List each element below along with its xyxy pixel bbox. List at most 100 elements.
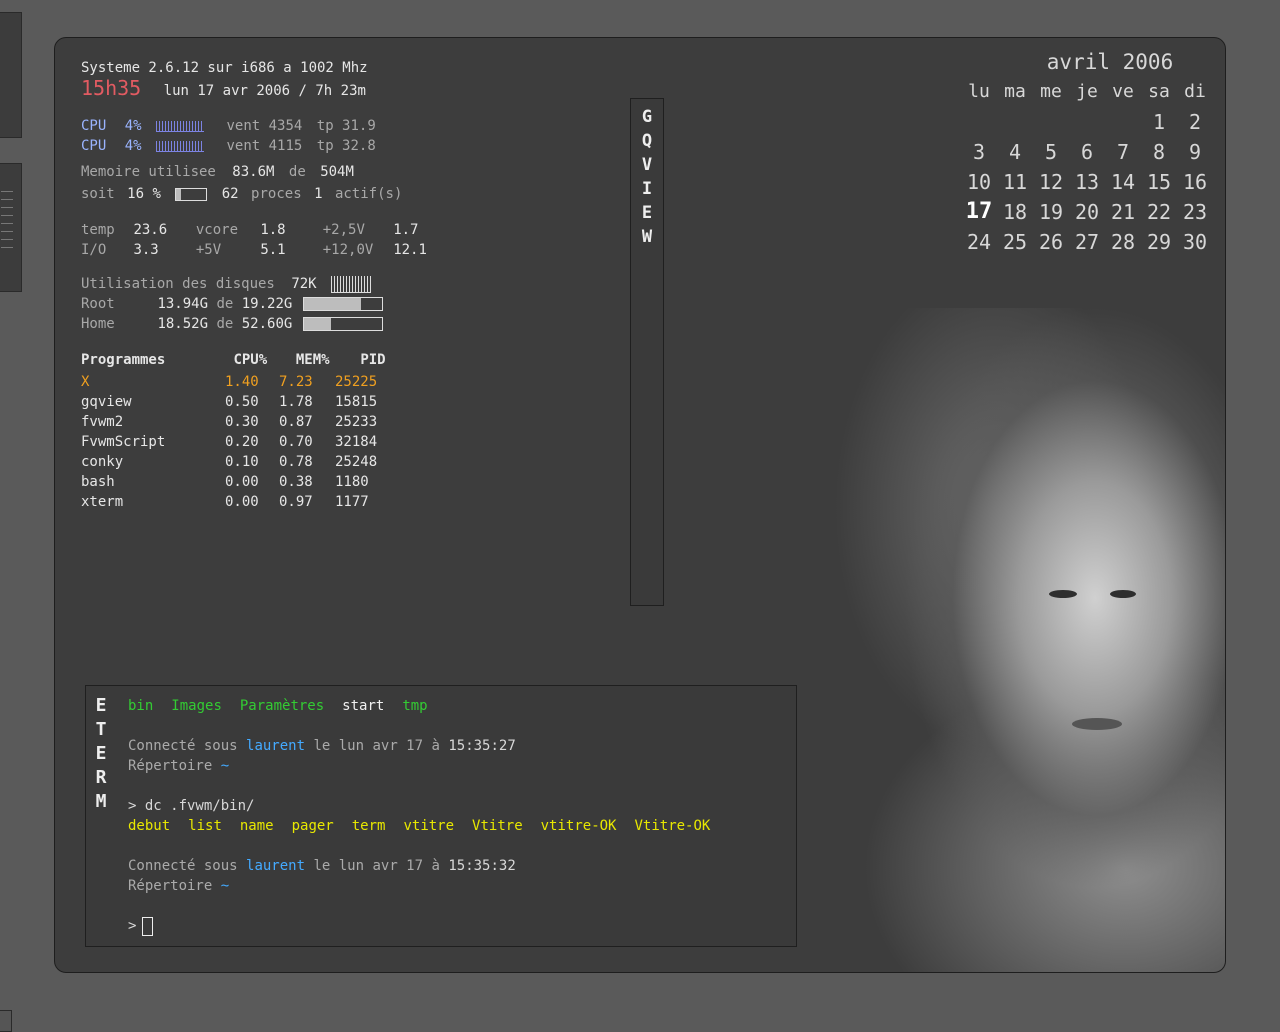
process-mem: 0.78: [279, 454, 313, 470]
calendar-day[interactable]: 22: [1141, 200, 1177, 224]
calendar-day[interactable]: 21: [1105, 200, 1141, 224]
process-row: conky 0.10 0.78 25248: [81, 452, 377, 472]
calendar-day[interactable]: 30: [1177, 230, 1213, 254]
calendar-day[interactable]: 25: [997, 230, 1033, 254]
disk-root: Root 13.94G de 19.22G: [81, 294, 292, 314]
calendar-day[interactable]: 23: [1177, 200, 1213, 224]
calendar-grid: lu ma me je ve sa di 1 2 3 4 5 6 7 8 9 10 11 12 13 14 15 16 17 1…: [961, 80, 1219, 254]
process-row: gqview 0.50 1.78 15815: [81, 392, 377, 412]
sensor-value: 1.7: [393, 222, 419, 238]
cpu-label: CPU: [81, 118, 107, 134]
calendar-day[interactable]: 17: [961, 200, 997, 224]
sensor-value: 23.6: [133, 222, 168, 238]
uptime-date: lun 17 avr 2006 / 7h 23m: [163, 83, 366, 99]
calendar-day[interactable]: 9: [1177, 140, 1213, 164]
process-pid: 1177: [335, 494, 369, 510]
calendar-day[interactable]: 12: [1033, 170, 1069, 194]
cpu-temp: tp 31.9: [316, 118, 376, 134]
sensor-value: 1.8: [260, 222, 286, 238]
calendar-weekday: lu: [968, 81, 990, 102]
memory-percent-line: soit 16 % 62 proces 1 actif(s): [81, 184, 402, 204]
sensor-label: I/O: [81, 242, 107, 258]
calendar-day[interactable]: 10: [961, 170, 997, 194]
calendar-weekday: di: [1184, 81, 1206, 102]
calendar-day[interactable]: 3: [961, 140, 997, 164]
memory-total: 504M: [320, 164, 354, 180]
memory-percent-prefix: soit: [81, 186, 115, 202]
calendar-day[interactable]: 13: [1069, 170, 1105, 194]
calendar-day: [997, 110, 1033, 134]
left-edge-corner[interactable]: [0, 1010, 12, 1032]
gqview-letter: G: [641, 107, 653, 127]
process-cpu: 0.50: [225, 394, 259, 410]
disk-of: de: [216, 296, 234, 312]
process-name: FvwmScript: [81, 434, 166, 450]
calendar-day[interactable]: 15: [1141, 170, 1177, 194]
left-edge-panel[interactable]: [0, 12, 22, 138]
disk-root-bar: [303, 297, 383, 311]
directory-entry: start: [342, 698, 385, 714]
file-entry: pager: [291, 818, 334, 834]
prompt-line[interactable]: >: [128, 916, 154, 936]
file-listing: debut list name pager term vtitre Vtitre vtitre…: [128, 816, 728, 836]
process-name: conky: [81, 454, 124, 470]
eterm-letter: E: [95, 695, 107, 716]
calendar-day: [1069, 110, 1105, 134]
directory-label: Répertoire: [128, 758, 213, 774]
calendar-day[interactable]: 20: [1069, 200, 1105, 224]
gqview-letter: W: [641, 227, 653, 247]
calendar-day[interactable]: 1: [1141, 110, 1177, 134]
calendar-day[interactable]: 27: [1069, 230, 1105, 254]
calendar-title: avril 2006: [1046, 50, 1174, 74]
sensor-label: +12,0V: [322, 242, 374, 258]
memory-of: de: [288, 164, 306, 180]
portrait-eye-right: [1110, 590, 1136, 598]
process-mem: 0.97: [279, 494, 313, 510]
calendar-day[interactable]: 29: [1141, 230, 1177, 254]
calendar-day[interactable]: 2: [1177, 110, 1213, 134]
process-cpu: 0.10: [225, 454, 259, 470]
process-row: X 1.40 7.23 25225: [81, 372, 377, 392]
process-row: bash 0.00 0.38 1180: [81, 472, 369, 492]
calendar-day[interactable]: 8: [1141, 140, 1177, 164]
gqview-letter: E: [641, 203, 653, 223]
gqview-launcher[interactable]: GQVIEW: [630, 98, 664, 606]
login-time: 15:35:32: [448, 858, 516, 874]
clock-line: 15h35 lun 17 avr 2006 / 7h 23m: [81, 78, 366, 101]
file-entry: name: [239, 818, 274, 834]
calendar-day: [1105, 110, 1141, 134]
calendar-day: [961, 110, 997, 134]
calendar-day[interactable]: 4: [997, 140, 1033, 164]
fan-speed: vent 4354: [226, 118, 303, 134]
process-mem: 0.38: [279, 474, 313, 490]
file-entry: vtitre-OK: [540, 818, 617, 834]
process-mem: 0.87: [279, 414, 313, 430]
eterm-window[interactable]: ETERM bin Images Paramètres start tmp Connec…: [85, 685, 797, 947]
process-mem: 7.23: [279, 374, 313, 390]
eterm-letter: T: [95, 719, 107, 740]
file-entry: vtitre: [403, 818, 455, 834]
calendar-day[interactable]: 5: [1033, 140, 1069, 164]
memory-used: 83.6M: [232, 164, 275, 180]
calendar-day[interactable]: 7: [1105, 140, 1141, 164]
calendar-day[interactable]: 26: [1033, 230, 1069, 254]
calendar-day[interactable]: 19: [1033, 200, 1069, 224]
calendar-widget: avril 2006 lu ma me je ve sa di 1 2 3 4 5 6 7 8 9 10 11 12…: [961, 50, 1219, 254]
calendar-weekday: sa: [1148, 81, 1170, 102]
calendar-day[interactable]: 6: [1069, 140, 1105, 164]
calendar-day[interactable]: 24: [961, 230, 997, 254]
active-label: actif(s): [334, 186, 403, 202]
cpu-graph: [156, 140, 205, 152]
file-entry: list: [188, 818, 222, 834]
calendar-day[interactable]: 18: [997, 200, 1033, 224]
text-cursor[interactable]: [142, 916, 154, 936]
directory-line-1: Répertoire ~: [128, 756, 229, 776]
calendar-day[interactable]: 14: [1105, 170, 1141, 194]
process-row: xterm 0.00 0.97 1177: [81, 492, 369, 512]
calendar-day[interactable]: 16: [1177, 170, 1213, 194]
calendar-day[interactable]: 28: [1105, 230, 1141, 254]
left-edge-pager[interactable]: [0, 163, 22, 292]
login-user: laurent: [246, 738, 306, 754]
directory-label: Répertoire: [128, 878, 213, 894]
calendar-day[interactable]: 11: [997, 170, 1033, 194]
